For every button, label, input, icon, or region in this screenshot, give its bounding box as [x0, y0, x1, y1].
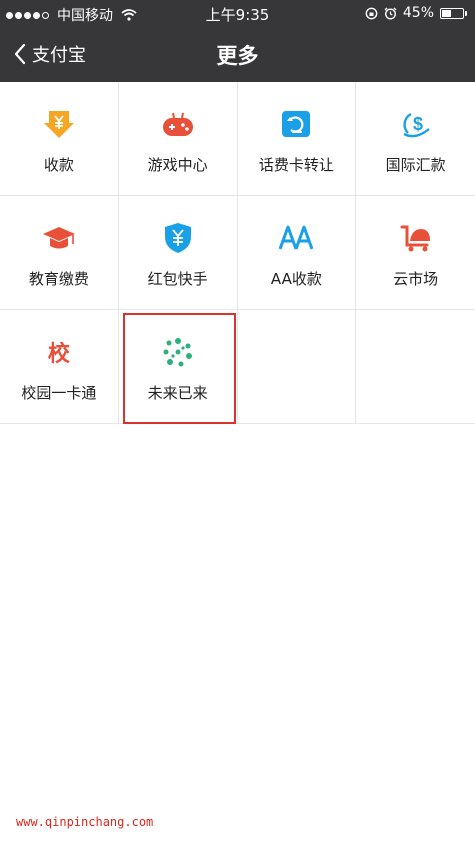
campus-icon: 校 [47, 342, 70, 367]
cart-icon [400, 225, 430, 252]
back-button[interactable]: 支付宝 [14, 39, 86, 69]
nav-bar: 支付宝 更多 [0, 27, 475, 82]
gamepad-icon [162, 112, 193, 136]
item-label: 收款 [43, 156, 74, 174]
item-label: 教育缴费 [28, 270, 89, 288]
grid-item-phone-card-transfer[interactable]: 话费卡转让 [238, 82, 357, 195]
status-bar: 中国移动 上午9:35 45% [0, 0, 475, 27]
graduation-cap-icon [42, 227, 75, 249]
watermark: www.qinpinchang.com [16, 815, 154, 829]
item-label: 游戏中心 [147, 156, 208, 174]
orientation-lock-icon [365, 7, 378, 19]
yen-down-arrow-icon [43, 111, 74, 138]
grid-item-red-packet[interactable]: 红包快手 [119, 196, 238, 309]
grid-item-cloud-market[interactable]: 云市场 [356, 196, 475, 309]
item-label: 红包快手 [147, 270, 208, 288]
item-label: 校园一卡通 [21, 384, 97, 402]
header: 中国移动 上午9:35 45% 支付宝 更多 [0, 0, 475, 82]
item-label: 未来已来 [147, 384, 208, 402]
battery-icon [440, 7, 467, 19]
aa-icon [279, 225, 314, 250]
svg-text:$: $ [413, 114, 423, 134]
alarm-clock-icon [384, 7, 397, 20]
item-label: AA收款 [270, 270, 322, 288]
grid-item-international-remittance[interactable]: $ 国际汇款 [356, 82, 475, 195]
services-grid: 收款 游戏中心 话费卡转让 $ 国际汇款 教育缴费 红包快手 AA收款 云市场 … [0, 82, 475, 424]
yen-shield-icon [164, 223, 191, 253]
grid-item-game-center[interactable]: 游戏中心 [119, 82, 238, 195]
grid-item-education-fees[interactable]: 教育缴费 [0, 196, 119, 309]
battery-percent: 45% [402, 5, 434, 21]
back-label: 支付宝 [32, 45, 86, 66]
item-label: 国际汇款 [385, 156, 446, 174]
grid-item-future-is-here[interactable]: 未来已来 [119, 310, 238, 424]
grid-item-aa-collection[interactable]: AA收款 [238, 196, 357, 309]
grid-item-empty [238, 310, 357, 423]
item-label: 话费卡转让 [258, 156, 334, 174]
grid-row: 收款 游戏中心 话费卡转让 $ 国际汇款 [0, 82, 475, 196]
grid-item-campus-card[interactable]: 校 校园一卡通 [0, 310, 119, 423]
status-right: 45% [365, 5, 467, 21]
grid-item-receive-money[interactable]: 收款 [0, 82, 119, 195]
chevron-left-icon [14, 43, 26, 65]
grid-row: 教育缴费 红包快手 AA收款 云市场 [0, 196, 475, 310]
item-label: 云市场 [393, 270, 439, 288]
dollar-globe-icon: $ [403, 112, 430, 138]
refresh-card-icon [282, 111, 311, 137]
grid-item-empty [356, 310, 475, 423]
grid-row: 校 校园一卡通 未来已来 [0, 310, 475, 424]
future-dots-icon [163, 338, 192, 367]
app-screen: 中国移动 上午9:35 45% 支付宝 更多 收款 游戏中心 话费卡转让 $ 国… [0, 0, 475, 844]
battery-fill [442, 9, 451, 17]
